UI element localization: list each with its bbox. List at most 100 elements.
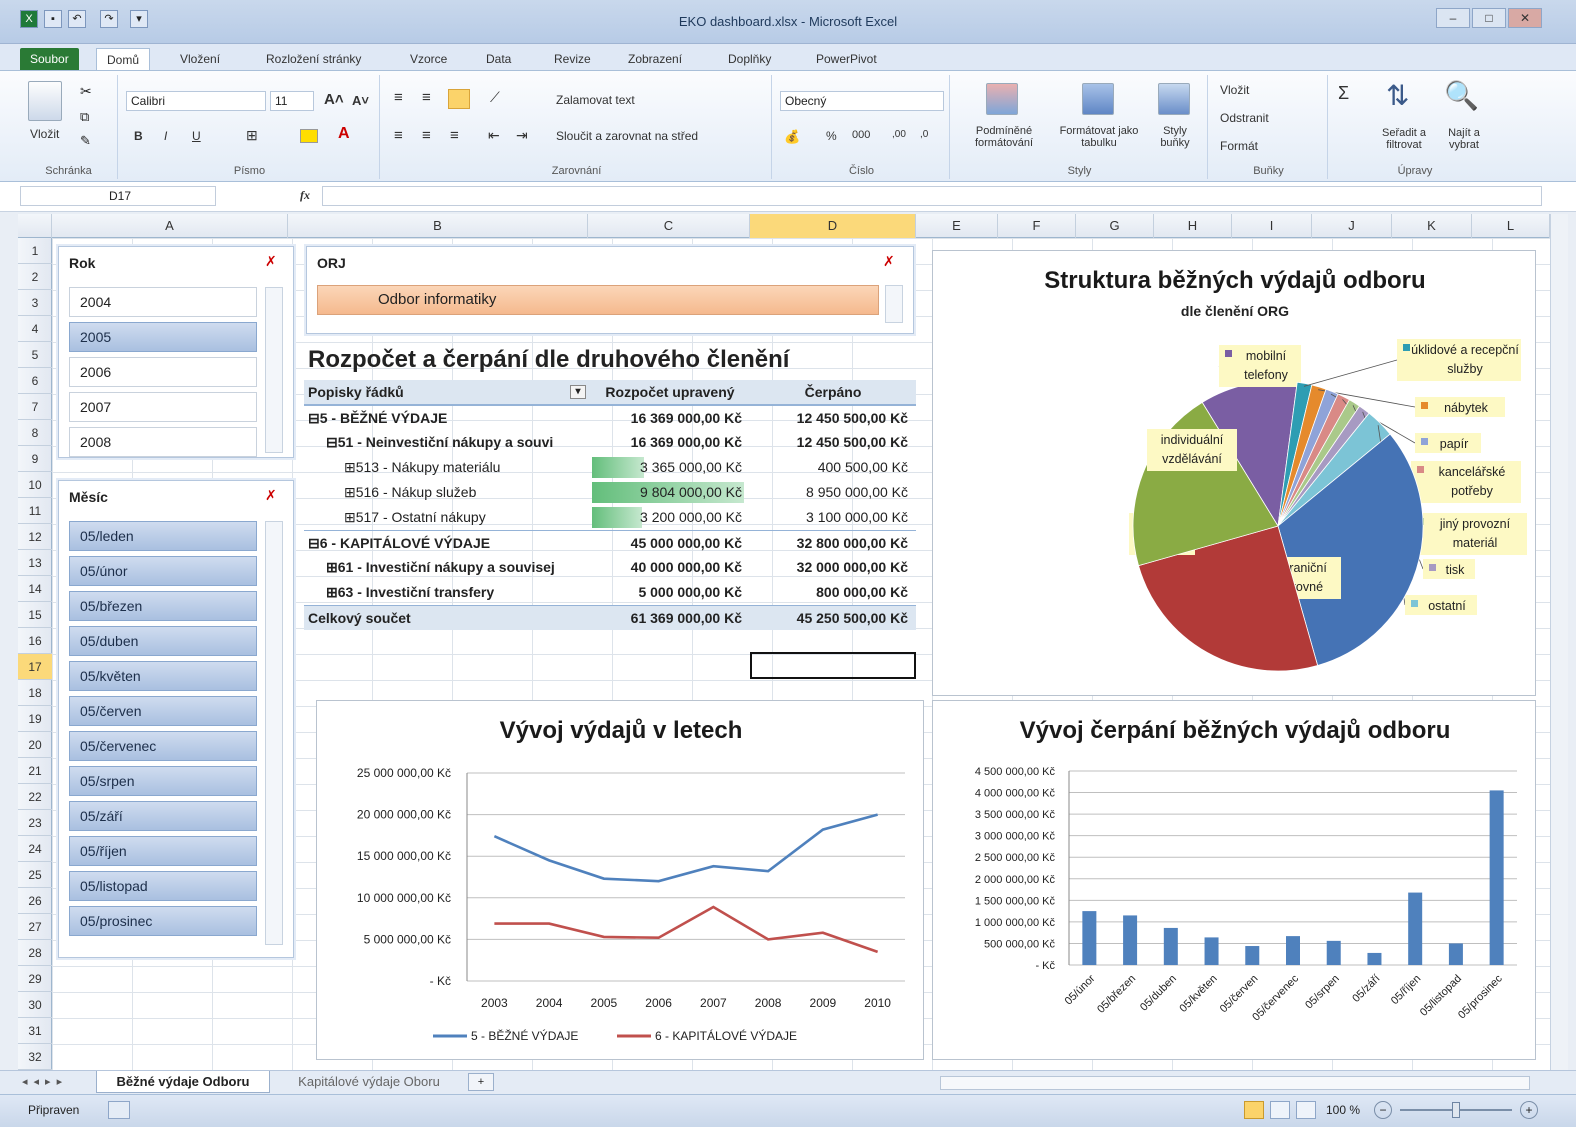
column-header-B[interactable]: B <box>288 214 588 238</box>
sheet-nav-icon[interactable]: ◂◂▸▸ <box>22 1075 68 1088</box>
row-header-9[interactable]: 9 <box>18 446 52 472</box>
format-cells-button[interactable]: Formát <box>1220 139 1258 153</box>
month-item[interactable]: 05/říjen <box>69 836 257 866</box>
wrap-text-button[interactable]: Zalamovat text <box>556 93 635 107</box>
format-table-button[interactable]: Formátovat jako tabulku <box>1054 125 1144 149</box>
month-item[interactable]: 05/prosinec <box>69 906 257 936</box>
conditional-format-icon[interactable] <box>986 83 1018 115</box>
bar[interactable] <box>1408 892 1423 965</box>
row-header-27[interactable]: 27 <box>18 914 52 940</box>
filter-dropdown-icon[interactable]: ▾ <box>570 385 586 399</box>
align-middle-icon[interactable]: ≡ <box>422 89 431 106</box>
clear-filter-icon[interactable]: ✗ <box>265 487 277 504</box>
copy-icon[interactable]: ⧉ <box>80 109 89 125</box>
org-slicer-scrollbar[interactable] <box>885 285 903 323</box>
minimize-button[interactable]: – <box>1436 8 1470 28</box>
row-header-7[interactable]: 7 <box>18 394 52 420</box>
year-item[interactable]: 2008 <box>69 427 257 457</box>
zoom-out-icon[interactable]: − <box>1374 1101 1392 1119</box>
page-layout-icon[interactable] <box>1270 1101 1290 1119</box>
row-header-31[interactable]: 31 <box>18 1018 52 1044</box>
bar[interactable] <box>1123 915 1138 965</box>
paste-icon[interactable] <box>28 81 62 121</box>
tab-4[interactable]: Rozložení stránky <box>256 48 371 70</box>
normal-view-icon[interactable] <box>1244 1101 1264 1119</box>
formula-input[interactable] <box>322 186 1542 206</box>
tab-5[interactable]: Vzorce <box>400 48 457 70</box>
zoom-slider-handle[interactable] <box>1452 1102 1460 1118</box>
month-item[interactable]: 05/únor <box>69 556 257 586</box>
bar[interactable] <box>1286 936 1300 965</box>
bar-chart[interactable]: Vývoj čerpání běžných výdajů odboru 4 50… <box>932 700 1536 1060</box>
insert-cells-button[interactable]: Vložit <box>1220 83 1249 97</box>
cut-icon[interactable]: ✂ <box>80 83 92 100</box>
series-line[interactable] <box>494 905 879 954</box>
row-header-23[interactable]: 23 <box>18 810 52 836</box>
merge-center-button[interactable]: Sloučit a zarovnat na střed <box>556 129 698 143</box>
find-select-icon[interactable]: 🔍 <box>1444 79 1479 112</box>
tab-1[interactable]: Soubor <box>20 48 79 70</box>
month-item[interactable]: 05/duben <box>69 626 257 656</box>
name-box[interactable]: D17 <box>20 186 216 206</box>
font-color-icon[interactable]: A <box>338 125 350 143</box>
row-header-28[interactable]: 28 <box>18 940 52 966</box>
select-all-corner[interactable] <box>18 214 52 238</box>
pivot-row-label[interactable]: ⊞516 - Nákup služeb <box>344 480 590 505</box>
row-header-11[interactable]: 11 <box>18 498 52 524</box>
column-header-D[interactable]: D <box>750 214 916 238</box>
column-header-L[interactable]: L <box>1472 214 1550 238</box>
shrink-font-icon[interactable]: A˅ <box>352 93 369 108</box>
format-painter-icon[interactable]: ✎ <box>80 133 91 149</box>
month-item[interactable]: 05/srpen <box>69 766 257 796</box>
row-header-20[interactable]: 20 <box>18 732 52 758</box>
bar[interactable] <box>1163 927 1178 965</box>
format-table-icon[interactable] <box>1082 83 1114 115</box>
tab-6[interactable]: Data <box>476 48 521 70</box>
row-header-10[interactable]: 10 <box>18 472 52 498</box>
tab-9[interactable]: Doplňky <box>718 48 781 70</box>
bar[interactable] <box>1245 946 1260 965</box>
row-header-6[interactable]: 6 <box>18 368 52 394</box>
underline-button[interactable]: U <box>192 129 201 143</box>
row-header-1[interactable]: 1 <box>18 238 52 264</box>
align-left-icon[interactable]: ≡ <box>394 127 403 144</box>
year-item[interactable]: 2005 <box>69 322 257 352</box>
sheet-tab[interactable]: Běžné výdaje Odboru <box>96 1071 270 1093</box>
column-header-I[interactable]: I <box>1232 214 1312 238</box>
month-item[interactable]: 05/listopad <box>69 871 257 901</box>
insert-sheet-icon[interactable]: + <box>468 1073 494 1091</box>
month-item[interactable]: 05/září <box>69 801 257 831</box>
row-header-2[interactable]: 2 <box>18 264 52 290</box>
increase-decimal-icon[interactable]: ,00 <box>892 129 906 140</box>
decrease-decimal-icon[interactable]: ,0 <box>920 129 928 140</box>
orientation-icon[interactable]: ⟋ <box>490 89 500 106</box>
align-top-icon[interactable]: ≡ <box>394 89 403 106</box>
bar[interactable] <box>1367 952 1382 965</box>
column-header-E[interactable]: E <box>916 214 998 238</box>
maximize-button[interactable]: □ <box>1472 8 1506 28</box>
pivot-row-label[interactable]: ⊞513 - Nákupy materiálu <box>344 455 590 480</box>
tab-2[interactable]: Domů <box>96 48 151 70</box>
font-name-select[interactable]: Calibri <box>126 91 266 111</box>
year-item[interactable]: 2007 <box>69 392 257 422</box>
row-header-3[interactable]: 3 <box>18 290 52 316</box>
pivot-row-label[interactable]: ⊟6 - KAPITÁLOVÉ VÝDAJE <box>308 531 590 556</box>
row-header-14[interactable]: 14 <box>18 576 52 602</box>
paste-label[interactable]: Vložit <box>30 127 59 141</box>
conditional-format-button[interactable]: Podmíněné formátování <box>956 125 1052 149</box>
row-header-24[interactable]: 24 <box>18 836 52 862</box>
bold-button[interactable]: B <box>134 129 143 143</box>
sheet-tab[interactable]: Kapitálové výdaje Oboru <box>274 1071 464 1093</box>
series-line[interactable] <box>493 813 878 883</box>
month-item[interactable]: 05/leden <box>69 521 257 551</box>
increase-indent-icon[interactable]: ⇥ <box>516 127 528 144</box>
line-chart[interactable]: Vývoj výdajů v letech 25 000 000,00 Kč 20… <box>316 700 924 1060</box>
row-labels-header[interactable]: Popisky řádků <box>308 380 404 405</box>
bar[interactable] <box>1448 943 1463 965</box>
row-header-17[interactable]: 17 <box>18 654 52 680</box>
sort-filter-icon[interactable]: ⇅ <box>1386 79 1409 112</box>
row-header-30[interactable]: 30 <box>18 992 52 1018</box>
month-item[interactable]: 05/červen <box>69 696 257 726</box>
row-header-8[interactable]: 8 <box>18 420 52 446</box>
cell-styles-icon[interactable] <box>1158 83 1190 115</box>
